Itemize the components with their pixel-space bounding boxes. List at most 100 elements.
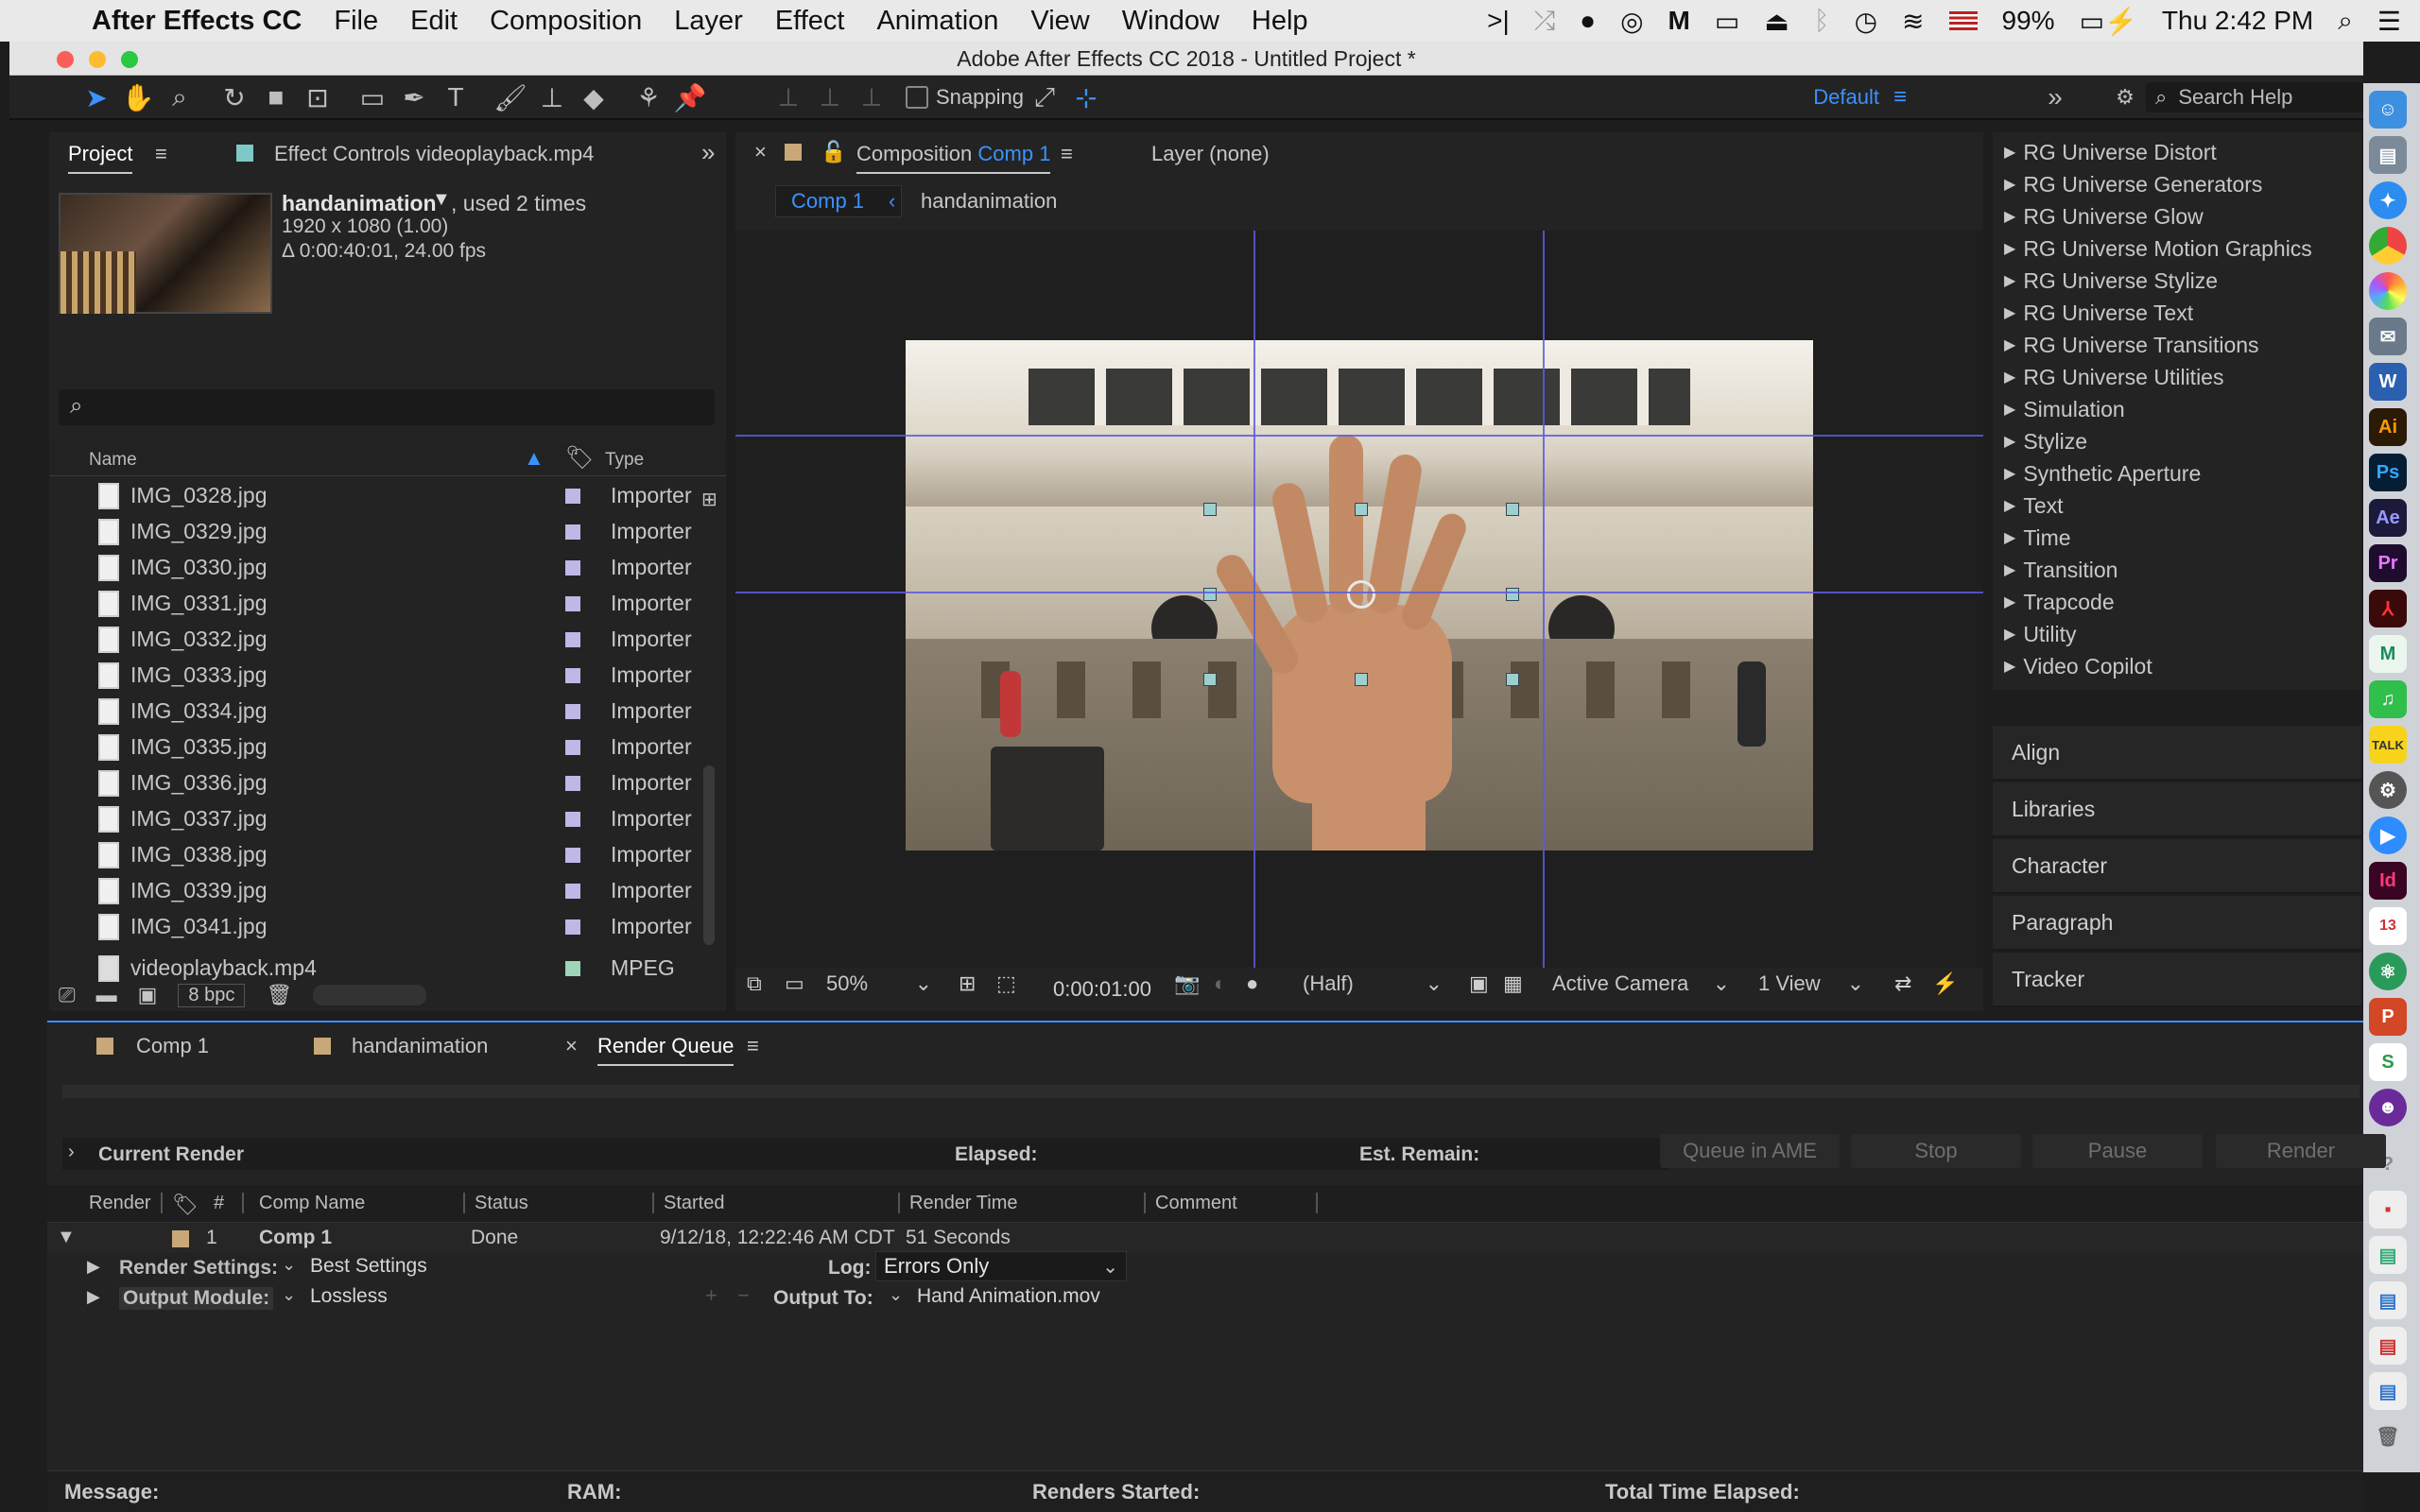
list-item[interactable]: ▶ Synthetic Aperture [2004,457,2201,490]
guide-horizontal[interactable] [735,435,1983,437]
clock[interactable]: Thu 2:42 PM [2162,6,2313,36]
powerpoint-icon[interactable]: P [2369,998,2407,1036]
photoshop-icon[interactable]: Ps [2369,454,2407,491]
eraser-tool-icon[interactable]: ◆ [573,78,614,116]
transform-handle[interactable] [1203,503,1217,516]
breadcrumb-layer[interactable]: handanimation [921,189,1057,214]
list-item[interactable]: ▶ RG Universe Glow [2004,200,2204,232]
flowchart-icon[interactable]: ⊞ [701,488,717,511]
panel-menu-icon[interactable]: ≡ [1061,142,1073,166]
transform-handle[interactable] [1355,503,1368,516]
channel-icon[interactable]: ● [1246,971,1258,996]
col-number[interactable]: # [214,1193,224,1214]
breadcrumb-comp[interactable]: Comp 1 ‹ [775,185,902,217]
always-preview-icon[interactable]: ⧉ [747,971,762,996]
shuffle-icon[interactable]: ⤮ [1534,6,1555,37]
chevron-right-icon[interactable]: >| [1487,6,1510,36]
list-item[interactable]: ▶ Transition [2004,554,2118,586]
panel-overflow-icon[interactable]: » [701,138,715,167]
overflow-chevron-icon[interactable]: » [2034,78,2076,116]
guide-vertical[interactable] [1253,231,1255,968]
battery-icon[interactable]: ▭⚡ [2080,6,2137,37]
col-started[interactable]: Started [664,1193,724,1214]
composition-viewer[interactable] [735,231,1983,968]
list-item[interactable]: ▶ RG Universe Motion Graphics [2004,232,2312,265]
list-item[interactable]: IMG_0336.jpg Importer [49,765,692,800]
guide-horizontal[interactable] [735,592,1983,593]
slack-icon[interactable]: S [2369,1043,2407,1081]
expand-triangle-icon[interactable]: ▶ [87,1287,100,1307]
expand-triangle-icon[interactable]: ▶ [2004,496,2015,515]
transform-handle[interactable] [1506,673,1519,686]
list-item[interactable]: ▶ Video Copilot [2004,650,2152,682]
menu-file[interactable]: File [318,6,394,37]
label-swatch[interactable] [172,1230,189,1247]
expand-triangle-icon[interactable]: ▶ [2004,368,2015,387]
world-axis-icon[interactable]: ⟂ [809,78,851,116]
monitor-icon[interactable]: ▭ [785,971,804,996]
list-item[interactable]: IMG_0337.jpg Importer [49,801,692,836]
kakaotalk-icon[interactable]: TALK [2369,726,2407,764]
menu-help[interactable]: Help [1236,6,1324,37]
expand-triangle-icon[interactable]: ▶ [2004,143,2015,162]
panel-align[interactable]: Align [1993,726,2361,781]
render-settings-value[interactable]: Best Settings [310,1255,427,1278]
tab-project[interactable]: Project [68,142,133,174]
label-swatch[interactable] [565,960,580,976]
label-swatch[interactable] [565,488,580,504]
list-item[interactable]: IMG_0328.jpg Importer [49,478,692,513]
toggle-pixel-aspect-icon[interactable]: ⇄ [1894,971,1911,996]
panel-menu-icon[interactable]: ≡ [155,142,167,166]
clone-stamp-tool-icon[interactable]: ⊥ [531,78,573,116]
chevron-down-icon[interactable]: ⌄ [889,1285,903,1305]
list-item[interactable]: IMG_0332.jpg Importer [49,622,692,657]
list-item[interactable]: IMG_0331.jpg Importer [49,586,692,621]
region-of-interest-icon[interactable]: ▣ [1469,971,1489,996]
creative-cloud-icon[interactable]: ◎ [1620,6,1643,37]
zoom-window-icon[interactable] [121,51,138,68]
search-help-field[interactable]: ⌕ Search Help [2146,82,2363,112]
new-folder-icon[interactable]: ▬ [96,983,117,1007]
expand-triangle-icon[interactable]: ▶ [2004,175,2015,194]
list-item[interactable]: ▶ RG Universe Distort [2004,136,2217,168]
menu-composition[interactable]: Composition [474,6,658,37]
list-item[interactable]: IMG_0334.jpg Importer [49,694,692,729]
list-item[interactable]: ▶ Utility [2004,618,2077,650]
collapse-triangle-icon[interactable]: ▼ [57,1227,76,1248]
bpc-button[interactable]: 8 bpc [178,983,246,1007]
pause-button[interactable]: Pause [2032,1134,2203,1168]
label-swatch[interactable] [565,667,580,683]
system-preferences-icon[interactable]: ⚙ [2369,771,2407,809]
list-item[interactable]: IMG_0333.jpg Importer [49,658,692,693]
expand-triangle-icon[interactable]: ▶ [2004,207,2015,226]
remove-output-icon[interactable]: − [737,1283,750,1308]
puppet-pin-tool-icon[interactable]: 📌 [669,78,711,116]
list-item[interactable]: ▶ RG Universe Generators [2004,168,2262,200]
expand-triangle-icon[interactable]: ▶ [2004,432,2015,451]
messages-icon[interactable]: ● [1580,6,1596,36]
time-machine-icon[interactable]: ◷ [1855,6,1877,37]
camera-tool-icon[interactable]: ■ [255,78,297,116]
hand-tool-icon[interactable]: ✋ [117,78,159,116]
label-swatch[interactable] [565,559,580,576]
snap-features-icon[interactable]: ⊹ [1065,78,1107,116]
expand-triangle-icon[interactable]: ▶ [87,1257,100,1277]
list-item[interactable]: IMG_0339.jpg Importer [49,873,692,908]
video-frame[interactable] [906,340,1813,850]
rotate-tool-icon[interactable]: ↻ [214,78,255,116]
menu-animation[interactable]: Animation [860,6,1014,37]
list-item[interactable]: ▶ RG Universe Text [2004,297,2193,329]
close-window-icon[interactable] [57,51,74,68]
brush-tool-icon[interactable]: 🖌 [490,78,531,116]
menu-window[interactable]: Window [1106,6,1236,37]
chevron-right-icon[interactable]: › [68,1142,75,1163]
roto-brush-tool-icon[interactable]: ⚘ [628,78,669,116]
tab-layer[interactable]: Layer (none) [1151,142,1270,166]
table-row[interactable]: ▼ 1 Comp 1 Done 9/12/18, 12:22:46 AM CDT… [47,1223,2363,1253]
label-swatch[interactable] [565,524,580,540]
camera-dropdown[interactable]: Active Camera ⌄ [1547,968,1736,1000]
app-menu[interactable]: After Effects CC [76,6,318,37]
label-swatch[interactable] [565,595,580,611]
resolution-dropdown[interactable]: (Half) ⌄ [1297,968,1448,1000]
workspace-default[interactable]: Default [1813,85,1879,110]
